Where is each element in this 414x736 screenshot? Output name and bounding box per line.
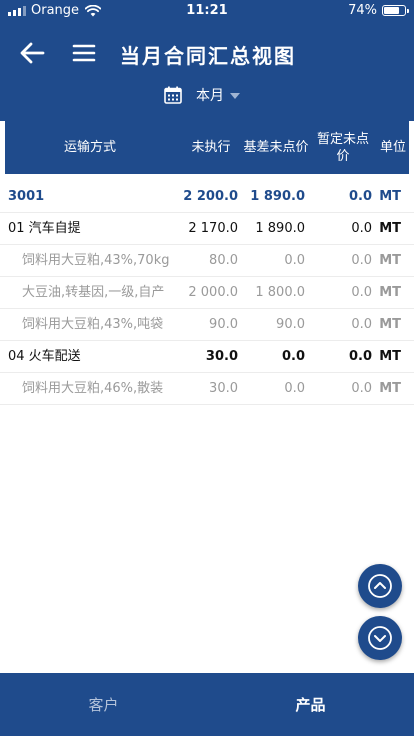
cell-basis: 0.0 bbox=[284, 253, 305, 268]
tab-product[interactable]: 产品 bbox=[207, 673, 414, 736]
cell-executed: 80.0 bbox=[209, 253, 238, 268]
table-row-group[interactable]: 01 汽车自提 2 170.0 1 890.0 0.0 MT bbox=[0, 213, 414, 245]
status-right: 74% bbox=[348, 3, 409, 18]
cell-tentative: 0.0 bbox=[348, 189, 372, 204]
cell-name: 饲料用大豆粕,43%,70kg bbox=[22, 253, 170, 268]
cell-tentative: 0.0 bbox=[351, 285, 372, 300]
caret-down-icon bbox=[230, 93, 240, 99]
table-row-group[interactable]: 04 火车配送 30.0 0.0 0.0 MT bbox=[0, 341, 414, 373]
cell-unit: MT bbox=[379, 221, 401, 236]
column-header-basis: 基差未点价 bbox=[243, 140, 309, 155]
chevron-down-circle-icon bbox=[368, 626, 392, 650]
calendar-icon bbox=[164, 86, 182, 104]
page-title: 当月合同汇总视图 bbox=[120, 44, 296, 68]
column-header-executed: 未执行 bbox=[191, 140, 231, 155]
cell-basis: 90.0 bbox=[276, 317, 305, 332]
column-header-tentative: 暂定未点价 bbox=[316, 131, 369, 164]
cell-tentative: 0.0 bbox=[351, 253, 372, 268]
cell-name: 04 火车配送 bbox=[8, 349, 81, 364]
cell-unit: MT bbox=[379, 253, 401, 268]
cell-tentative: 0.0 bbox=[351, 221, 372, 236]
cell-basis: 0.0 bbox=[281, 349, 305, 364]
cell-executed: 30.0 bbox=[205, 349, 238, 364]
column-header-unit: 单位 bbox=[379, 140, 406, 155]
table-row-total[interactable]: 3001 2 200.0 1 890.0 0.0 MT bbox=[0, 181, 414, 213]
cell-unit: MT bbox=[379, 381, 401, 396]
cell-name: 饲料用大豆粕,43%,吨袋 bbox=[22, 317, 164, 332]
cell-unit: MT bbox=[379, 349, 401, 364]
cell-name: 饲料用大豆粕,46%,散装 bbox=[22, 381, 164, 396]
table-row-product[interactable]: 饲料用大豆粕,46%,散装 30.0 0.0 0.0 MT bbox=[0, 373, 414, 405]
back-arrow-icon[interactable] bbox=[18, 40, 46, 66]
bottom-tab-bar: 客户 产品 bbox=[0, 673, 414, 736]
scroll-up-button[interactable] bbox=[358, 564, 402, 608]
cell-basis: 1 800.0 bbox=[255, 285, 305, 300]
cell-tentative: 0.0 bbox=[351, 381, 372, 396]
column-header-mode: 运输方式 bbox=[63, 140, 116, 155]
hamburger-menu-icon[interactable] bbox=[72, 41, 96, 65]
battery-percent: 74% bbox=[348, 3, 377, 18]
period-label: 本月 bbox=[196, 88, 224, 104]
battery-fill bbox=[384, 7, 399, 14]
cell-tentative: 0.0 bbox=[351, 317, 372, 332]
cell-name: 大豆油,转基因,一级,自产 bbox=[22, 285, 165, 300]
cell-executed: 2 170.0 bbox=[188, 221, 238, 236]
cell-executed: 2 200.0 bbox=[183, 189, 238, 204]
cell-name: 3001 bbox=[8, 189, 45, 204]
battery-icon bbox=[382, 5, 409, 16]
table-row-product[interactable]: 饲料用大豆粕,43%,吨袋 90.0 90.0 0.0 MT bbox=[0, 309, 414, 341]
app-header: Orange 11:21 74% 当月合同汇总视图 本月 bbox=[0, 0, 414, 121]
table-row-product[interactable]: 大豆油,转基因,一级,自产 2 000.0 1 800.0 0.0 MT bbox=[0, 277, 414, 309]
cell-name: 01 汽车自提 bbox=[8, 221, 81, 236]
summary-table: 运输方式 未执行 基差未点价 暂定未点价 单位 3001 2 200.0 1 8… bbox=[0, 121, 414, 405]
tab-customer[interactable]: 客户 bbox=[0, 673, 207, 736]
status-bar: Orange 11:21 74% bbox=[0, 0, 414, 22]
cell-basis: 1 890.0 bbox=[250, 189, 305, 204]
cell-unit: MT bbox=[379, 285, 401, 300]
table-row-product[interactable]: 饲料用大豆粕,43%,70kg 80.0 0.0 0.0 MT bbox=[0, 245, 414, 277]
table-header: 运输方式 未执行 基差未点价 暂定未点价 单位 bbox=[5, 121, 409, 174]
chevron-up-circle-icon bbox=[368, 574, 392, 598]
nav-bar: 当月合同汇总视图 bbox=[0, 30, 414, 76]
cell-tentative: 0.0 bbox=[348, 349, 372, 364]
cell-unit: MT bbox=[379, 317, 401, 332]
cell-basis: 1 890.0 bbox=[255, 221, 305, 236]
cell-executed: 90.0 bbox=[209, 317, 238, 332]
cell-basis: 0.0 bbox=[284, 381, 305, 396]
scroll-down-button[interactable] bbox=[358, 616, 402, 660]
period-selector[interactable]: 本月 bbox=[164, 84, 240, 106]
cell-unit: MT bbox=[379, 189, 401, 204]
cell-executed: 30.0 bbox=[209, 381, 238, 396]
cell-executed: 2 000.0 bbox=[188, 285, 238, 300]
